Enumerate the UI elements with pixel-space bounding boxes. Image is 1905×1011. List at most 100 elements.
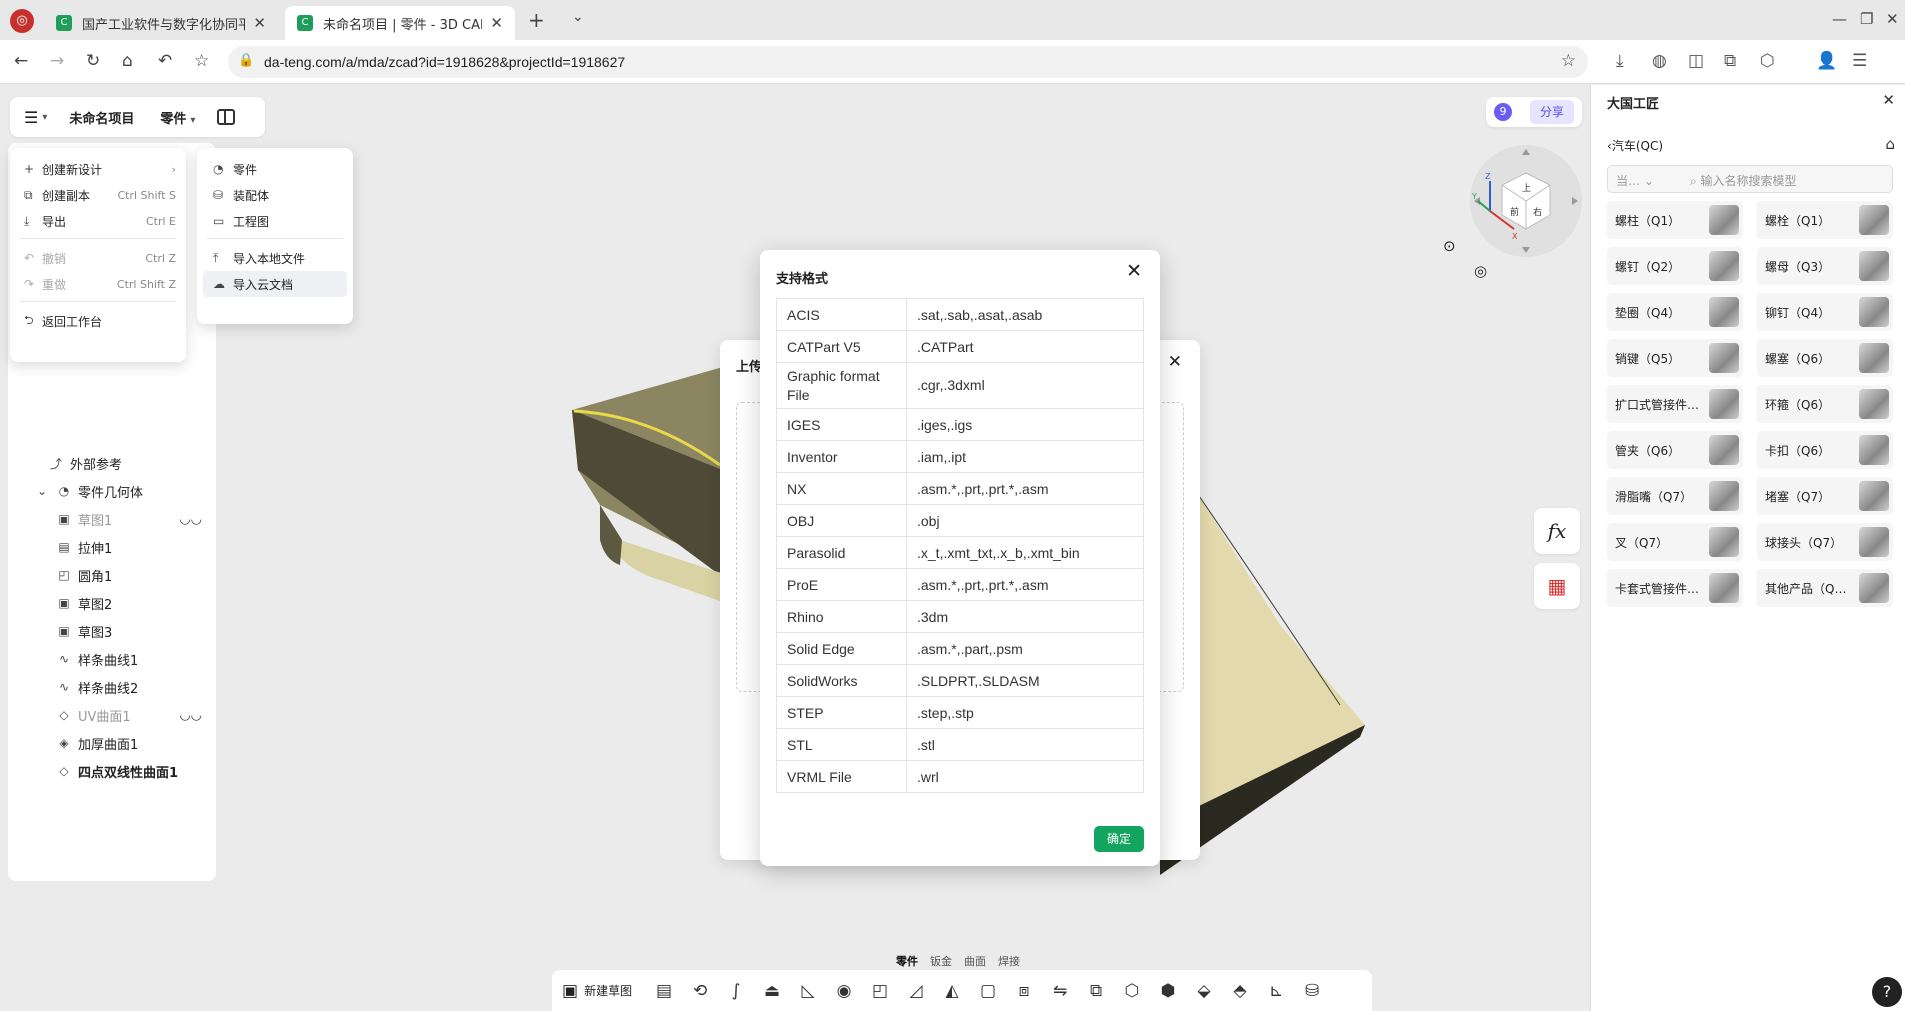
undo-history-icon[interactable]: ↶ bbox=[158, 51, 172, 71]
sweep-icon[interactable]: ∫ bbox=[722, 977, 750, 1005]
tree-item-thicken1[interactable]: ◈ 加厚曲面1 bbox=[8, 729, 216, 757]
library-item[interactable]: 堵塞（Q7） bbox=[1757, 477, 1893, 515]
reload-icon[interactable]: ↻ bbox=[86, 51, 100, 71]
library-item[interactable]: 其他产品（Q… bbox=[1757, 569, 1893, 607]
browser-logo-icon[interactable]: ◎ bbox=[10, 9, 34, 33]
forward-icon[interactable]: → bbox=[50, 51, 64, 71]
camera-view-icon[interactable]: ◎ bbox=[1474, 262, 1487, 280]
search-input[interactable]: ⌕ 输入名称搜索模型 bbox=[1690, 172, 1797, 189]
close-icon[interactable]: ✕ bbox=[1168, 352, 1182, 372]
browser-tab-platform[interactable]: C 国产工业软件与数字化协同平台 ✕ bbox=[44, 6, 278, 40]
shell-icon[interactable]: ▢ bbox=[974, 977, 1002, 1005]
screenshot-icon[interactable]: ◫ bbox=[1688, 51, 1704, 71]
submenu-item-assembly[interactable]: ⛁ 装配体 bbox=[203, 182, 347, 208]
breadcrumb[interactable]: ‹汽车(QC) bbox=[1607, 137, 1663, 154]
download-icon[interactable]: ⤓ bbox=[1616, 51, 1624, 71]
view-cube[interactable]: Z Y X 上 前 右 bbox=[1470, 145, 1582, 257]
library-item[interactable]: 环箍（Q6） bbox=[1757, 385, 1893, 423]
url-field[interactable]: 🔒 da-teng.com/a/mda/zcad?id=1918628&proj… bbox=[228, 46, 1588, 78]
library-item[interactable]: 球接头（Q7） bbox=[1757, 523, 1893, 561]
library-item[interactable]: 螺栓（Q1） bbox=[1757, 201, 1893, 239]
library-item[interactable]: 滑脂嘴（Q7） bbox=[1607, 477, 1743, 515]
tree-item-extrude1[interactable]: ▤ 拉伸1 bbox=[8, 533, 216, 561]
tree-item-sketch1[interactable]: ▣ 草图1 ◡◡ bbox=[8, 505, 216, 533]
close-icon[interactable]: ✕ bbox=[1126, 260, 1142, 282]
split-icon[interactable]: ⬡ bbox=[1118, 977, 1146, 1005]
notification-badge[interactable]: 9 bbox=[1494, 103, 1512, 121]
share-button[interactable]: 分享 bbox=[1530, 100, 1574, 124]
hole-icon[interactable]: ◉ bbox=[830, 977, 858, 1005]
project-name[interactable]: 未命名项目 bbox=[69, 108, 134, 127]
extension-icon[interactable]: ⧉ bbox=[1724, 51, 1736, 71]
tab-list-chevron-icon[interactable]: ⌄ bbox=[572, 9, 584, 25]
translate-icon[interactable]: ◍ bbox=[1652, 51, 1667, 71]
measure-icon[interactable]: ⊾ bbox=[1262, 977, 1290, 1005]
menu-item-export[interactable]: ⤓ 导出 Ctrl E bbox=[10, 208, 186, 234]
tree-item-spline1[interactable]: ∿ 样条曲线1 bbox=[8, 645, 216, 673]
split-panel-icon[interactable] bbox=[217, 109, 236, 125]
tab-part[interactable]: 零件 bbox=[890, 950, 924, 972]
reference-axis-icon[interactable]: ⬘ bbox=[1226, 977, 1254, 1005]
chevron-down-icon[interactable]: ▾ bbox=[42, 112, 47, 123]
submenu-item-import-cloud[interactable]: ☁ 导入云文档 bbox=[203, 271, 347, 297]
library-item[interactable]: 螺钉（Q2） bbox=[1607, 247, 1743, 285]
tab-surface[interactable]: 曲面 bbox=[958, 950, 992, 972]
hidden-eye-icon[interactable]: ◡◡ bbox=[179, 512, 202, 527]
close-icon[interactable]: ✕ bbox=[1882, 91, 1895, 109]
reference-plane-icon[interactable]: ⬙ bbox=[1190, 977, 1218, 1005]
draft-icon[interactable]: ◭ bbox=[938, 977, 966, 1005]
tab-weld[interactable]: 焊接 bbox=[992, 950, 1026, 972]
new-sketch-button[interactable]: ▣ 新建草图 bbox=[562, 981, 632, 1001]
chamfer-icon[interactable]: ◿ bbox=[902, 977, 930, 1005]
tree-item-uv-surface1[interactable]: ◇ UV曲面1 ◡◡ bbox=[8, 701, 216, 729]
submenu-item-part[interactable]: ◔ 零件 bbox=[203, 156, 347, 182]
library-item[interactable]: 卡套式管接件… bbox=[1607, 569, 1743, 607]
library-item[interactable]: 扩口式管接件… bbox=[1607, 385, 1743, 423]
revolve-icon[interactable]: ⟲ bbox=[686, 977, 714, 1005]
hamburger-menu-icon[interactable]: ☰ bbox=[24, 108, 38, 127]
submenu-item-import-local[interactable]: ⤒ 导入本地文件 bbox=[203, 245, 347, 271]
library-item[interactable]: 螺母（Q3） bbox=[1757, 247, 1893, 285]
pattern-icon[interactable]: ⧈ bbox=[1010, 977, 1038, 1005]
back-icon[interactable]: ← bbox=[14, 51, 28, 71]
close-tab-icon[interactable]: ✕ bbox=[253, 14, 266, 32]
library-item[interactable]: 螺柱（Q1） bbox=[1607, 201, 1743, 239]
mode-selector[interactable]: 零件 ▾ bbox=[160, 108, 195, 127]
menu-item-undo[interactable]: ↶ 撤销 Ctrl Z bbox=[10, 245, 186, 271]
menu-item-back-to-workspace[interactable]: ⮌ 返回工作台 bbox=[10, 308, 186, 334]
tree-item-spline2[interactable]: ∿ 样条曲线2 bbox=[8, 673, 216, 701]
formula-button[interactable]: fx bbox=[1534, 508, 1580, 554]
tree-item-sketch3[interactable]: ▣ 草图3 bbox=[8, 617, 216, 645]
rib-icon[interactable]: ◺ bbox=[794, 977, 822, 1005]
fit-view-icon[interactable]: ⊙ bbox=[1443, 237, 1456, 255]
help-button[interactable]: ? bbox=[1872, 977, 1902, 1007]
new-tab-icon[interactable]: + bbox=[528, 8, 545, 32]
library-item[interactable]: 叉（Q7） bbox=[1607, 523, 1743, 561]
settings-icon[interactable]: ☰ bbox=[1852, 51, 1867, 71]
confirm-button[interactable]: 确定 bbox=[1094, 826, 1144, 852]
browser-tab-cad[interactable]: C 未命名项目 | 零件 - 3D CAD ✕ bbox=[285, 6, 515, 40]
library-item[interactable]: 垫圈（Q4） bbox=[1607, 293, 1743, 331]
boolean-icon[interactable]: ⧉ bbox=[1082, 977, 1110, 1005]
library-item[interactable]: 卡扣（Q6） bbox=[1757, 431, 1893, 469]
close-tab-icon[interactable]: ✕ bbox=[490, 14, 503, 32]
menu-item-new-design[interactable]: + 创建新设计 › bbox=[10, 156, 186, 182]
library-item[interactable]: 螺塞（Q6） bbox=[1757, 339, 1893, 377]
hidden-eye-icon[interactable]: ◡◡ bbox=[179, 708, 202, 723]
tree-item-fillet1[interactable]: ◰ 圆角1 bbox=[8, 561, 216, 589]
bookmark-icon[interactable]: ☆ bbox=[194, 51, 209, 71]
mirror-icon[interactable]: ⇋ bbox=[1046, 977, 1074, 1005]
tree-item-external-ref[interactable]: ⤴ 外部参考 bbox=[8, 449, 216, 477]
tree-item-part-body[interactable]: ⌄ ◔ 零件几何体 bbox=[8, 477, 216, 505]
submenu-item-drawing[interactable]: ▭ 工程图 bbox=[203, 208, 347, 234]
ai-icon[interactable]: ⬡ bbox=[1760, 51, 1775, 71]
chevron-down-icon[interactable]: ⌄ bbox=[34, 484, 50, 498]
menu-item-duplicate[interactable]: ⧉ 创建副本 Ctrl Shift S bbox=[10, 182, 186, 208]
library-item[interactable]: 销键（Q5） bbox=[1607, 339, 1743, 377]
extrude-icon[interactable]: ▤ bbox=[650, 977, 678, 1005]
tree-item-sketch2[interactable]: ▣ 草图2 bbox=[8, 589, 216, 617]
calendar-tool-button[interactable]: ▦ bbox=[1534, 563, 1580, 609]
menu-item-redo[interactable]: ↷ 重做 Ctrl Shift Z bbox=[10, 271, 186, 297]
home-icon[interactable]: ⌂ bbox=[122, 51, 133, 71]
tree-item-bilinear-surface1[interactable]: ◇ 四点双线性曲面1 bbox=[8, 757, 216, 785]
